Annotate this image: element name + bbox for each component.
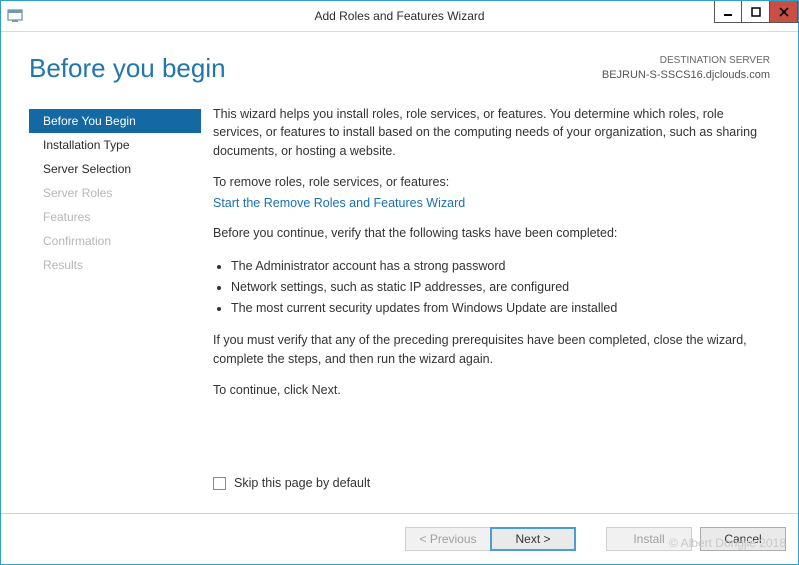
install-button: Install	[606, 527, 692, 551]
skip-checkbox[interactable]	[213, 477, 226, 490]
remove-lead: To remove roles, role services, or featu…	[213, 173, 766, 192]
remove-wizard-link[interactable]: Start the Remove Roles and Features Wiza…	[213, 196, 465, 210]
close-icon	[779, 7, 789, 17]
window-title: Add Roles and Features Wizard	[1, 9, 798, 23]
step-features: Features	[29, 205, 201, 229]
step-before-you-begin[interactable]: Before You Begin	[29, 109, 201, 133]
prereq-item: Network settings, such as static IP addr…	[231, 278, 766, 297]
prereq-list: The Administrator account has a strong p…	[213, 255, 766, 319]
step-server-selection[interactable]: Server Selection	[29, 157, 201, 181]
cancel-button[interactable]: Cancel	[700, 527, 786, 551]
destination-block: DESTINATION SERVER BEJRUN-S-SSCS16.djclo…	[602, 54, 770, 82]
prereq-item: The Administrator account has a strong p…	[231, 257, 766, 276]
fallback-text: If you must verify that any of the prece…	[213, 331, 766, 369]
next-button[interactable]: Next >	[490, 527, 576, 551]
window-controls	[714, 1, 798, 23]
skip-label: Skip this page by default	[234, 474, 370, 493]
step-server-roles: Server Roles	[29, 181, 201, 205]
prereq-item: The most current security updates from W…	[231, 299, 766, 318]
close-button[interactable]	[770, 1, 798, 23]
skip-row: Skip this page by default	[213, 468, 766, 503]
header-row: Before you begin DESTINATION SERVER BEJR…	[29, 54, 770, 83]
nav-button-group: < Previous Next >	[405, 527, 576, 551]
wizard-window: Add Roles and Features Wizard Before you…	[0, 0, 799, 565]
maximize-button[interactable]	[742, 1, 770, 23]
intro-text: This wizard helps you install roles, rol…	[213, 105, 766, 161]
step-results: Results	[29, 253, 201, 277]
step-confirmation: Confirmation	[29, 229, 201, 253]
continue-hint: To continue, click Next.	[213, 381, 766, 400]
page-title: Before you begin	[29, 54, 226, 83]
footer: < Previous Next > Install Cancel © Alber…	[1, 513, 798, 564]
app-icon	[1, 1, 29, 31]
minimize-icon	[723, 7, 733, 17]
minimize-button[interactable]	[714, 1, 742, 23]
content: This wizard helps you install roles, rol…	[201, 101, 770, 503]
maximize-icon	[751, 7, 761, 17]
columns: Before You Begin Installation Type Serve…	[29, 101, 770, 503]
sidebar: Before You Begin Installation Type Serve…	[29, 101, 201, 503]
destination-value: BEJRUN-S-SSCS16.djclouds.com	[602, 68, 770, 83]
verify-lead: Before you continue, verify that the fol…	[213, 224, 766, 243]
previous-button: < Previous	[405, 527, 491, 551]
wizard-body: Before you begin DESTINATION SERVER BEJR…	[1, 32, 798, 513]
titlebar: Add Roles and Features Wizard	[1, 1, 798, 32]
step-installation-type[interactable]: Installation Type	[29, 133, 201, 157]
destination-label: DESTINATION SERVER	[602, 54, 770, 68]
